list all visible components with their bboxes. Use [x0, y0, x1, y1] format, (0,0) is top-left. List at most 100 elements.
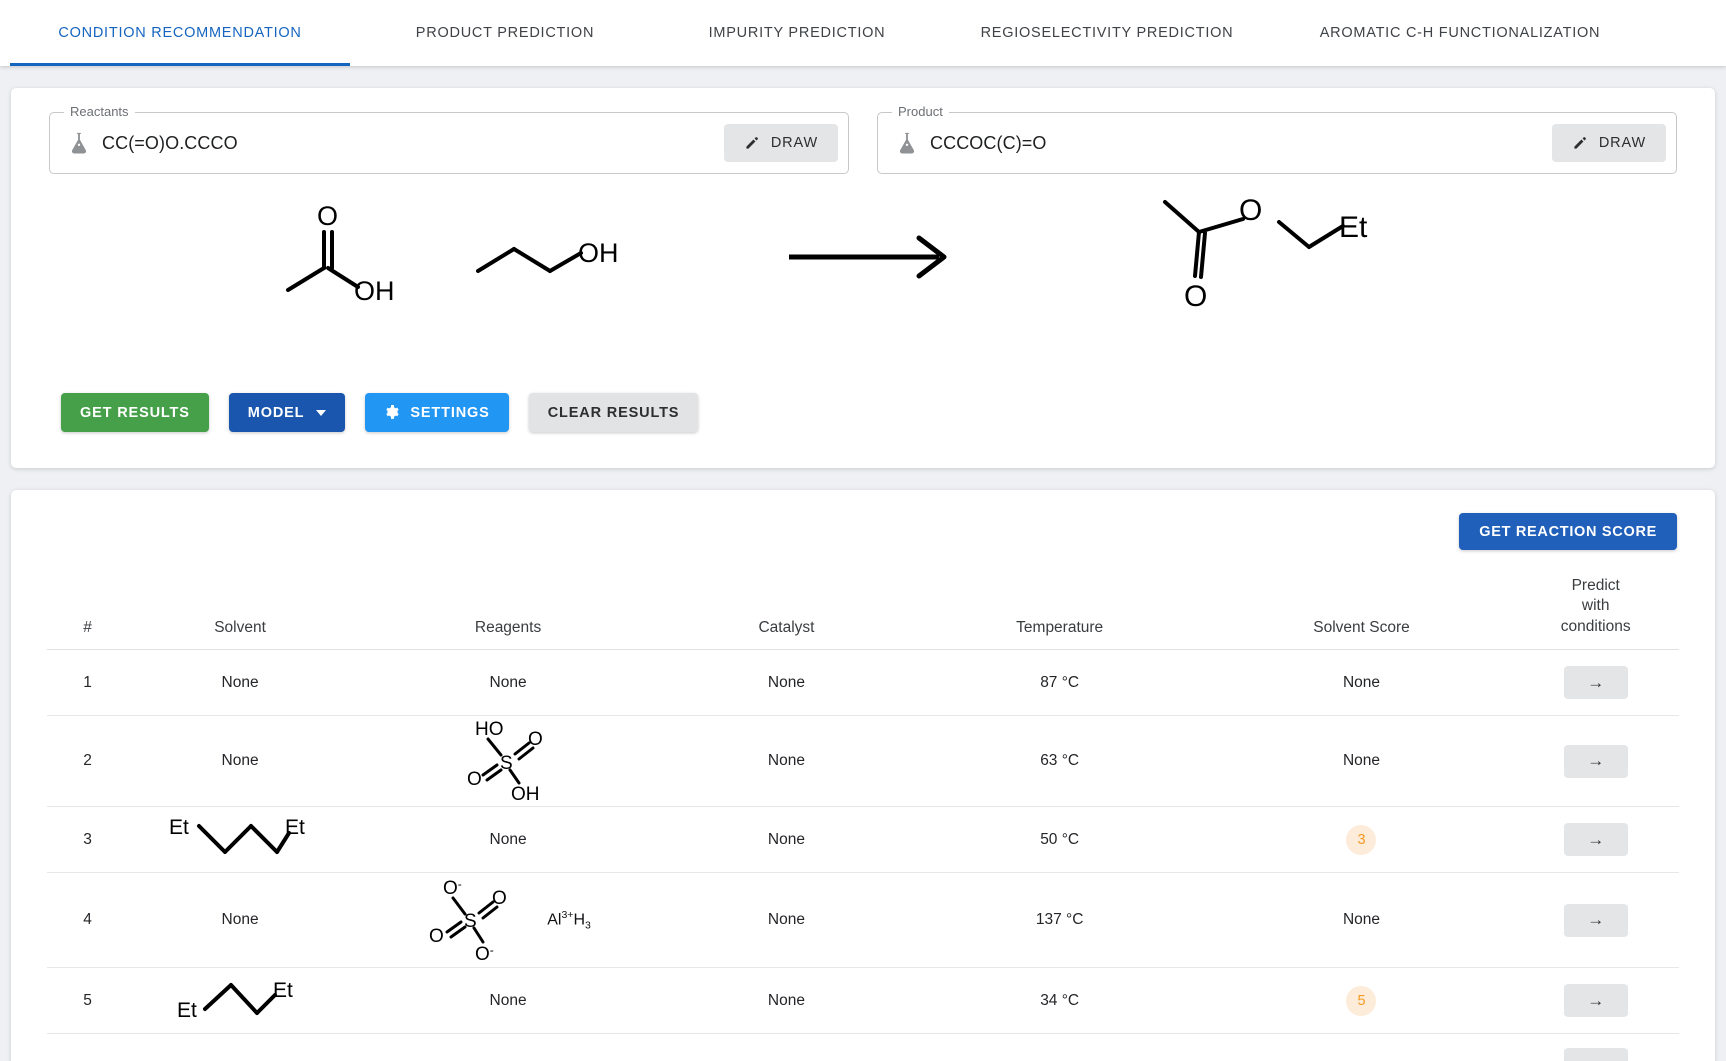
cell-reagents: None	[351, 967, 665, 1035]
cell-solvent: Et Et	[128, 967, 352, 1035]
get-results-button[interactable]: GET RESULTS	[61, 393, 209, 432]
cell-number	[47, 1033, 129, 1061]
atom-label-Et: Et	[1339, 211, 1368, 244]
molecule-hexane: Et Et	[177, 979, 293, 1022]
cell-temperature	[908, 1033, 1211, 1061]
cell-solvent: None	[128, 872, 352, 969]
tab-impurity-prediction[interactable]: IMPURITY PREDICTION	[650, 0, 944, 66]
flask-icon	[68, 131, 90, 155]
product-draw-button[interactable]: DRAW	[1551, 124, 1666, 162]
table-header: # Solvent Reagents Catalyst Temperature …	[47, 572, 1679, 650]
predict-arrow-button[interactable]: →	[1563, 744, 1628, 778]
column-header-reagents: Reagents	[474, 619, 542, 637]
cell-solvent-score: 3	[1210, 806, 1513, 874]
cell-solvent-score	[1210, 1033, 1513, 1061]
cell-solvent: None	[128, 715, 352, 808]
cell-number: 2	[47, 715, 129, 808]
get-reaction-score-label: GET REACTION SCORE	[1479, 523, 1657, 540]
reactants-draw-button[interactable]: DRAW	[723, 124, 838, 162]
atom-label-O: O	[317, 201, 338, 231]
cell-temperature: 137 °C	[908, 872, 1211, 969]
atom-label-Et-right: Et	[285, 816, 305, 839]
product-field[interactable]: Product CCCOC(C)=O DRAW	[877, 104, 1677, 174]
atom-label-O-top: O	[528, 729, 543, 750]
tab-regioselectivity-prediction[interactable]: REGIOSELECTIVITY PREDICTION	[944, 0, 1270, 66]
atom-label-O-carbonyl: O	[1184, 280, 1207, 313]
cell-catalyst: None	[664, 649, 909, 717]
cell-predict	[1512, 1033, 1679, 1061]
table-body: 1 None None None 87 °C None → 2 None HO …	[47, 649, 1679, 1061]
predict-arrow-button[interactable]: →	[1563, 903, 1628, 937]
arrow-right-icon: →	[1587, 672, 1605, 692]
tab-label: PRODUCT PREDICTION	[415, 25, 595, 41]
reactants-field[interactable]: Reactants CC(=O)O.CCCO DRAW	[49, 104, 849, 174]
molecule-propyl-acetate: O O Et	[1163, 194, 1368, 313]
conditions-table: # Solvent Reagents Catalyst Temperature …	[47, 572, 1679, 1061]
cell-temperature: 34 °C	[908, 967, 1211, 1035]
get-reaction-score-button[interactable]: GET REACTION SCORE	[1459, 513, 1677, 550]
cell-catalyst	[664, 1033, 909, 1061]
atom-label-OH: OH	[578, 238, 619, 268]
table-row: 1 None None None 87 °C None →	[47, 649, 1679, 717]
cell-temperature: 87 °C	[908, 649, 1211, 717]
cell-reagents: HO O O OH S	[351, 715, 665, 808]
atom-label-Et-right: Et	[273, 979, 293, 1002]
column-header-solvent-score: Solvent Score	[1313, 619, 1410, 637]
table-row: 5 Et Et None None 34 °C 5 →	[47, 967, 1679, 1035]
atom-label-O-ester: O	[1239, 194, 1262, 227]
arrow-right-icon: →	[1587, 829, 1605, 849]
arrow-right-icon: →	[1587, 751, 1605, 771]
atom-label-O-left: O	[467, 769, 482, 790]
cell-number: 3	[47, 806, 129, 874]
predict-arrow-button[interactable]: →	[1563, 823, 1628, 857]
atom-label-O-minus-bottom: O-	[475, 943, 494, 965]
table-row: 4 None O- O O O- S Al3+H3 None 137 °C No…	[47, 872, 1679, 969]
settings-button[interactable]: SETTINGS	[365, 393, 509, 432]
reactants-value: CC(=O)O.CCCO	[102, 132, 238, 153]
cell-number: 5	[47, 967, 129, 1035]
smiles-fields-row: Reactants CC(=O)O.CCCO DRAW Product CCCO…	[11, 88, 1715, 174]
cell-catalyst: None	[664, 806, 909, 874]
molecule-acetic-acid: O OH	[286, 201, 395, 306]
reactants-legend: Reactants	[64, 104, 135, 119]
cell-catalyst: None	[664, 715, 909, 808]
predict-arrow-button[interactable]: →	[1563, 984, 1628, 1018]
clear-results-button[interactable]: CLEAR RESULTS	[528, 393, 699, 432]
cell-solvent-score: None	[1210, 649, 1513, 717]
cell-solvent: Et Et	[128, 806, 352, 874]
pencil-icon	[1572, 135, 1588, 151]
model-dropdown-button[interactable]: MODEL	[228, 393, 346, 432]
cell-solvent: None	[128, 649, 352, 717]
predict-arrow-button[interactable]: →	[1563, 666, 1628, 700]
table-row: 3 Et Et None None 50 °C 3 →	[47, 806, 1679, 874]
tab-label: AROMATIC C-H FUNCTIONALIZATION	[1319, 25, 1601, 41]
predict-arrow-button[interactable]	[1563, 1048, 1628, 1061]
molecule-heptane: Et Et	[169, 816, 305, 854]
formula-aluminium-hydride: Al3+H3	[547, 909, 591, 932]
cell-reagents: None	[351, 649, 665, 717]
status-badge: 5	[1346, 985, 1377, 1016]
draw-label: DRAW	[1598, 135, 1646, 151]
gear-icon	[384, 404, 401, 421]
flask-icon	[896, 131, 918, 155]
molecule-sulfate-dianion: O- O O O- S	[429, 877, 507, 965]
cell-solvent-score: 5	[1210, 967, 1513, 1035]
arrow-right-icon: →	[1587, 990, 1605, 1010]
product-value: CCCOC(C)=O	[930, 132, 1047, 153]
clear-results-label: CLEAR RESULTS	[547, 404, 680, 421]
cell-number: 1	[47, 649, 129, 717]
product-legend: Product	[892, 104, 949, 119]
score-button-row: GET REACTION SCORE	[11, 490, 1715, 550]
tab-aromatic-ch-functionalization[interactable]: AROMATIC C-H FUNCTIONALIZATION	[1270, 0, 1650, 66]
tab-product-prediction[interactable]: PRODUCT PREDICTION	[360, 0, 650, 66]
cell-solvent-score: None	[1210, 872, 1513, 969]
cell-catalyst: None	[664, 872, 909, 969]
atom-label-S: S	[500, 753, 513, 774]
column-header-catalyst: Catalyst	[758, 619, 815, 637]
atom-label-HO: HO	[475, 719, 504, 740]
cell-predict: →	[1512, 806, 1679, 874]
cell-number: 4	[47, 872, 129, 969]
tab-condition-recommendation[interactable]: CONDITION RECOMMENDATION	[0, 0, 360, 66]
column-header-temperature: Temperature	[1016, 619, 1104, 637]
arrow-right-icon: →	[1587, 910, 1605, 930]
